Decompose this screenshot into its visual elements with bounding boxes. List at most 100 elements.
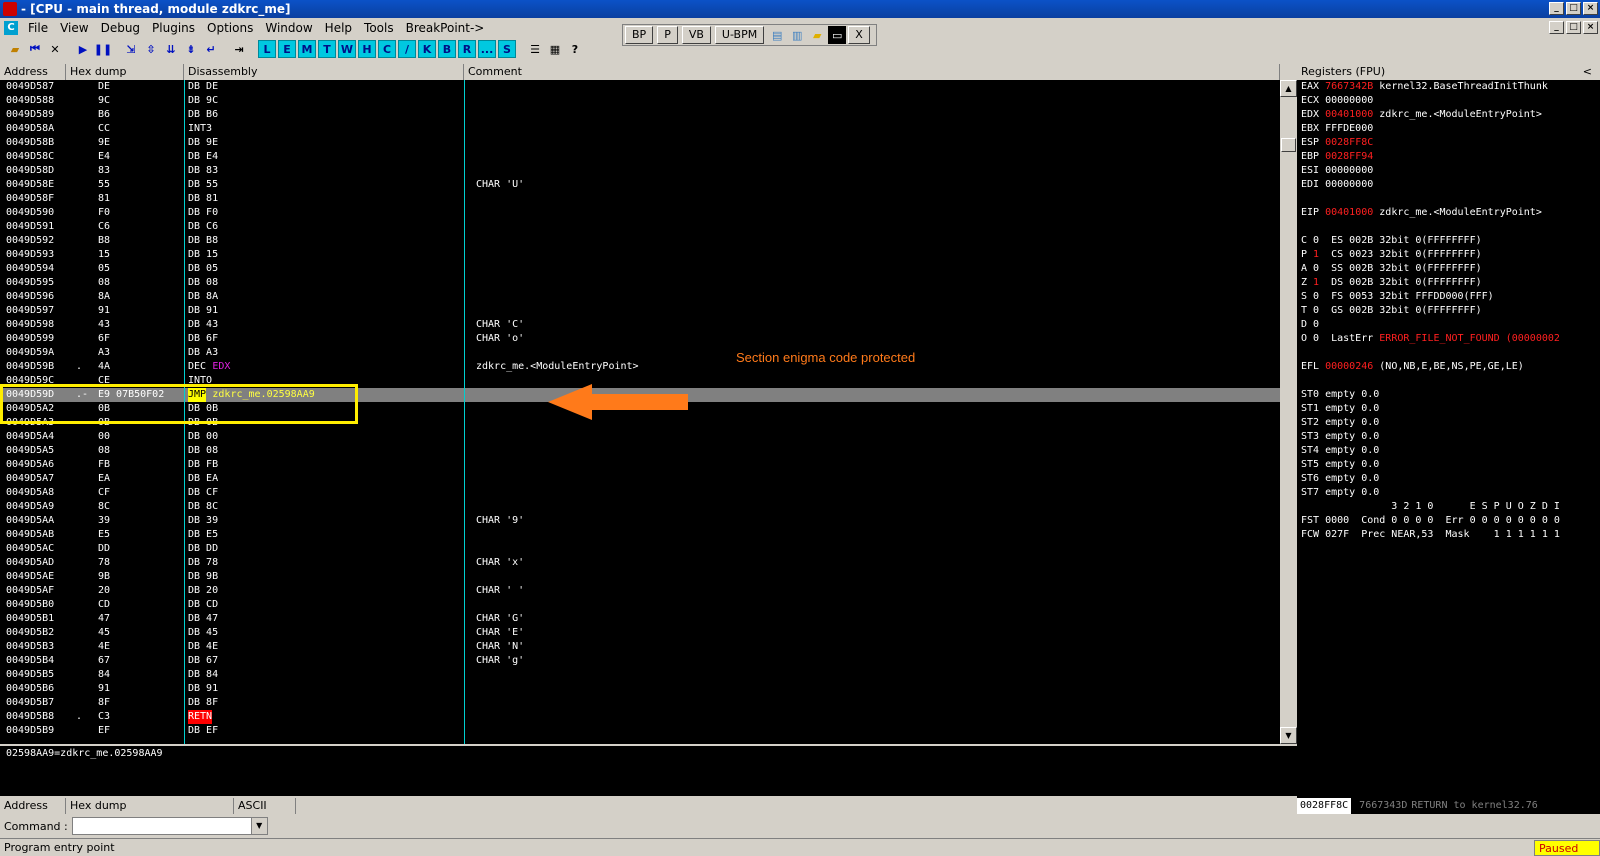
step-into-icon[interactable]: ⇲ bbox=[122, 40, 140, 58]
register-line[interactable]: FST 0000 Cond 0 0 0 0 Err 0 0 0 0 0 0 0 … bbox=[1301, 514, 1560, 528]
toolbar-handles-button[interactable]: H bbox=[358, 40, 376, 58]
register-line[interactable]: EBP 0028FF94 bbox=[1301, 150, 1560, 164]
disasm-row[interactable]: 0049D5A4 00 DB 00 bbox=[0, 430, 1280, 444]
register-line[interactable]: ST5 empty 0.0 bbox=[1301, 458, 1560, 472]
disasm-row[interactable]: 0049D599 6F DB 6F CHAR 'o' bbox=[0, 332, 1280, 346]
mdi-restore-button[interactable]: □ bbox=[1566, 21, 1581, 34]
register-line[interactable]: P 1 CS 0023 32bit 0(FFFFFFFF) bbox=[1301, 248, 1560, 262]
register-line[interactable] bbox=[1301, 346, 1560, 360]
disasm-row[interactable]: 0049D5B7 8F DB 8F bbox=[0, 696, 1280, 710]
toolbar-callstack-button[interactable]: K bbox=[418, 40, 436, 58]
notepad-icon[interactable]: ▤ bbox=[768, 26, 786, 44]
disasm-scrollbar[interactable]: ▲ ▼ bbox=[1280, 80, 1297, 744]
disasm-row[interactable]: 0049D5B1 47 DB 47 CHAR 'G' bbox=[0, 612, 1280, 626]
toolbar-runtrace-button[interactable]: ... bbox=[478, 40, 496, 58]
disasm-row[interactable]: 0049D598 43 DB 43 CHAR 'C' bbox=[0, 318, 1280, 332]
register-line[interactable] bbox=[1301, 220, 1560, 234]
trace-over-icon[interactable]: ⇟ bbox=[182, 40, 200, 58]
bp-toolbar-close-button[interactable]: X bbox=[848, 26, 870, 44]
register-line[interactable] bbox=[1301, 192, 1560, 206]
disasm-row[interactable]: 0049D591 C6 DB C6 bbox=[0, 220, 1280, 234]
disasm-row[interactable]: 0049D5A6 FB DB FB bbox=[0, 458, 1280, 472]
disasm-row[interactable]: 0049D58D 83 DB 83 bbox=[0, 164, 1280, 178]
toolbar-source-button[interactable]: S bbox=[498, 40, 516, 58]
disasm-row[interactable]: 0049D587 DE DB DE bbox=[0, 80, 1280, 94]
register-line[interactable]: ST2 empty 0.0 bbox=[1301, 416, 1560, 430]
toolbar-breakpoints-button[interactable]: B bbox=[438, 40, 456, 58]
register-line[interactable]: Z 1 DS 002B 32bit 0(FFFFFFFF) bbox=[1301, 276, 1560, 290]
register-line[interactable]: A 0 SS 002B 32bit 0(FFFFFFFF) bbox=[1301, 262, 1560, 276]
command-input[interactable]: ▼ bbox=[71, 817, 268, 835]
header-comment[interactable]: Comment bbox=[464, 64, 1280, 80]
register-line[interactable]: C 0 ES 002B 32bit 0(FFFFFFFF) bbox=[1301, 234, 1560, 248]
vb-button[interactable]: VB bbox=[681, 26, 711, 44]
disasm-row[interactable]: 0049D58A CC INT3 bbox=[0, 122, 1280, 136]
register-line[interactable]: EDX 00401000 zdkrc_me.<ModuleEntryPoint> bbox=[1301, 108, 1560, 122]
menu-help[interactable]: Help bbox=[319, 21, 358, 35]
header-hex-dump[interactable]: Hex dump bbox=[66, 64, 184, 80]
disasm-row[interactable]: 0049D58E 55 DB 55 CHAR 'U' bbox=[0, 178, 1280, 192]
console-icon[interactable]: ▭ bbox=[828, 26, 847, 44]
register-line[interactable]: 3 2 1 0 E S P U O Z D I bbox=[1301, 500, 1560, 514]
register-line[interactable]: D 0 bbox=[1301, 318, 1560, 332]
disasm-row[interactable]: 0049D597 91 DB 91 bbox=[0, 304, 1280, 318]
register-line[interactable]: ST1 empty 0.0 bbox=[1301, 402, 1560, 416]
menu-window[interactable]: Window bbox=[259, 21, 318, 35]
register-line[interactable]: S 0 FS 0053 32bit FFFDD000(FFF) bbox=[1301, 290, 1560, 304]
disasm-row[interactable]: 0049D594 05 DB 05 bbox=[0, 262, 1280, 276]
execute-till-return-icon[interactable]: ↵ bbox=[202, 40, 220, 58]
register-line[interactable]: ST4 empty 0.0 bbox=[1301, 444, 1560, 458]
minimize-button[interactable]: _ bbox=[1549, 2, 1564, 15]
mdi-minimize-button[interactable]: _ bbox=[1549, 21, 1564, 34]
chevron-down-icon[interactable]: ▼ bbox=[250, 818, 267, 834]
restart-icon[interactable]: ⏮ bbox=[26, 40, 44, 58]
menu-file[interactable]: File bbox=[22, 21, 54, 35]
disasm-row[interactable]: 0049D5AC DD DB DD bbox=[0, 542, 1280, 556]
grid-icon[interactable]: ▦ bbox=[546, 40, 564, 58]
mdi-close-button[interactable]: × bbox=[1583, 21, 1598, 34]
disasm-row[interactable]: 0049D5AF 20 DB 20 CHAR ' ' bbox=[0, 584, 1280, 598]
disasm-row[interactable]: 0049D58C E4 DB E4 bbox=[0, 150, 1280, 164]
menu-breakpoint[interactable]: BreakPoint-> bbox=[400, 21, 491, 35]
disasm-row[interactable]: 0049D5B5 84 DB 84 bbox=[0, 668, 1280, 682]
go-to-icon[interactable]: ⇥ bbox=[230, 40, 248, 58]
toolbar-threads-button[interactable]: T bbox=[318, 40, 336, 58]
register-line[interactable]: ST3 empty 0.0 bbox=[1301, 430, 1560, 444]
register-line[interactable]: EFL 00000246 (NO,NB,E,BE,NS,PE,GE,LE) bbox=[1301, 360, 1560, 374]
register-line[interactable]: ST0 empty 0.0 bbox=[1301, 388, 1560, 402]
register-line[interactable]: FCW 027F Prec NEAR,53 Mask 1 1 1 1 1 1 bbox=[1301, 528, 1560, 542]
disasm-row[interactable]: 0049D588 9C DB 9C bbox=[0, 94, 1280, 108]
register-line[interactable]: ESI 00000000 bbox=[1301, 164, 1560, 178]
help-button[interactable]: ? bbox=[566, 40, 584, 58]
scroll-thumb[interactable] bbox=[1281, 138, 1296, 152]
toolbar-cpu-button[interactable]: C bbox=[378, 40, 396, 58]
toolbar-log-button[interactable]: L bbox=[258, 40, 276, 58]
disasm-row[interactable]: 0049D5A9 8C DB 8C bbox=[0, 500, 1280, 514]
disasm-row[interactable]: 0049D5A5 08 DB 08 bbox=[0, 444, 1280, 458]
disasm-row[interactable]: 0049D59B. 4A DEC EDX zdkrc_me.<ModuleEntryPo… bbox=[0, 360, 1280, 374]
disasm-row[interactable]: 0049D5B3 4E DB 4E CHAR 'N' bbox=[0, 640, 1280, 654]
register-line[interactable]: ST7 empty 0.0 bbox=[1301, 486, 1560, 500]
disasm-row[interactable]: 0049D5B9 EF DB EF bbox=[0, 724, 1280, 738]
disasm-row[interactable]: 0049D5AD 78 DB 78 CHAR 'x' bbox=[0, 556, 1280, 570]
register-line[interactable]: ESP 0028FF8C bbox=[1301, 136, 1560, 150]
header-disassembly[interactable]: Disassembly bbox=[184, 64, 464, 80]
disasm-row[interactable]: 0049D5A7 EA DB EA bbox=[0, 472, 1280, 486]
register-line[interactable] bbox=[1301, 374, 1560, 388]
toolbar-memory-button[interactable]: M bbox=[298, 40, 316, 58]
open-folder-icon[interactable]: ▰ bbox=[6, 40, 24, 58]
document-icon[interactable]: ▥ bbox=[788, 26, 806, 44]
register-line[interactable]: ST6 empty 0.0 bbox=[1301, 472, 1560, 486]
maximize-button[interactable]: □ bbox=[1566, 2, 1581, 15]
close-icon[interactable]: ✕ bbox=[46, 40, 64, 58]
disasm-row[interactable]: 0049D5B2 45 DB 45 CHAR 'E' bbox=[0, 626, 1280, 640]
disasm-row[interactable]: 0049D589 B6 DB B6 bbox=[0, 108, 1280, 122]
register-line[interactable]: T 0 GS 002B 32bit 0(FFFFFFFF) bbox=[1301, 304, 1560, 318]
close-button[interactable]: × bbox=[1583, 2, 1598, 15]
dump-header-ascii[interactable]: ASCII bbox=[234, 798, 296, 814]
menu-view[interactable]: View bbox=[54, 21, 94, 35]
register-line[interactable]: EBX FFFDE000 bbox=[1301, 122, 1560, 136]
scroll-down-arrow[interactable]: ▼ bbox=[1280, 727, 1297, 744]
run-icon[interactable]: ▶ bbox=[74, 40, 92, 58]
disasm-row[interactable]: 0049D5AA 39 DB 39 CHAR '9' bbox=[0, 514, 1280, 528]
